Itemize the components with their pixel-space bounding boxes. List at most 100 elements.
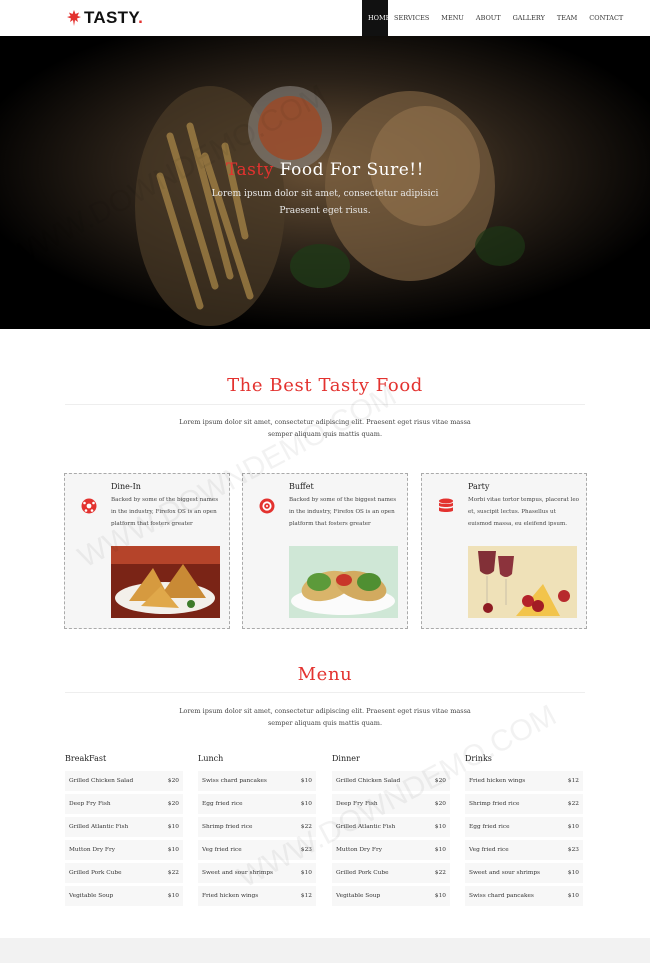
menu-item[interactable]: Mutton Dry Fry $10 [332, 840, 450, 860]
nav-team[interactable]: TEAM [551, 0, 583, 36]
dish-price: $22 [167, 870, 179, 876]
menu-item[interactable]: Fried hicken wings $12 [198, 886, 316, 906]
dish-name: Grilled Pork Cube [336, 870, 389, 876]
menu-title: Menu [297, 664, 353, 685]
nav-contact[interactable]: CONTACT [583, 0, 629, 36]
dish-price: $10 [434, 893, 446, 899]
menu-column-breakfast: BreakFast Grilled Chicken Salad $20 Deep … [65, 754, 183, 909]
dish-price: $10 [434, 824, 446, 830]
menu-item[interactable]: Grilled Pork Cube $22 [65, 863, 183, 883]
dish-name: Veg fried rice [469, 847, 509, 853]
dish-price: $20 [434, 801, 446, 807]
dish-name: Fried hicken wings [202, 893, 259, 899]
dish-name: Sweet and sour shrimps [202, 870, 274, 876]
dish-name: Egg fried rice [469, 824, 510, 830]
dish-name: Grilled Atlantic Fish [336, 824, 396, 830]
menu-item[interactable]: Grilled Chicken Salad $20 [332, 771, 450, 791]
card-text: Backed by some of the biggest names in t… [289, 497, 397, 527]
dish-name: Mutton Dry Fry [69, 847, 115, 853]
card-title: Buffet [289, 482, 314, 491]
dish-name: Swiss chard pancakes [202, 778, 267, 784]
nav-gallery[interactable]: GALLERY [507, 0, 551, 36]
nav-services[interactable]: SERVICES [388, 0, 435, 36]
menu-item[interactable]: Grilled Pork Cube $22 [332, 863, 450, 883]
dish-price: $22 [300, 824, 312, 830]
dish-name: Grilled Chicken Salad [336, 778, 401, 784]
menu-item[interactable]: Fried hicken wings $12 [465, 771, 583, 791]
dish-name: Vegitable Soup [336, 893, 381, 899]
dish-price: $20 [167, 778, 179, 784]
target-icon [259, 498, 275, 514]
menu-item[interactable]: Sweet and sour shrimps $10 [198, 863, 316, 883]
menu-column-title: Drinks [465, 754, 492, 763]
hero-subtitle: Lorem ipsum dolor sit amet, consectetur … [211, 189, 439, 216]
card-text: Morbi vitae tortor tempus, placerat leo … [468, 497, 580, 527]
dish-price: $22 [434, 870, 446, 876]
dish-name: Vegitable Soup [69, 893, 114, 899]
dish-name: Deep Fry Fish [69, 801, 111, 807]
menu-item[interactable]: Egg fried rice $10 [198, 794, 316, 814]
dish-name: Fried hicken wings [469, 778, 526, 784]
menu-item[interactable]: Shrimp fried rice $22 [465, 794, 583, 814]
menu-description: Lorem ipsum dolor sit amet, consectetur … [179, 707, 471, 727]
dish-price: $23 [300, 847, 312, 853]
menu-item[interactable]: Deep Fry Fish $20 [65, 794, 183, 814]
services-divider [65, 404, 585, 405]
card-title: Dine-In [111, 482, 141, 491]
menu-item[interactable]: Grilled Atlantic Fish $10 [65, 817, 183, 837]
menu-item[interactable]: Mutton Dry Fry $10 [65, 840, 183, 860]
dish-price: $10 [167, 824, 179, 830]
hero-banner: Tasty Food For Sure!! Lorem ipsum dolor … [0, 36, 650, 329]
service-card-dine-in[interactable]: Dine-In Backed by some of the biggest na… [64, 473, 230, 629]
menu-column-lunch: Lunch Swiss chard pancakes $10 Egg fried … [198, 754, 316, 909]
menu-item[interactable]: Vegitable Soup $10 [332, 886, 450, 906]
menu-column-title: Lunch [198, 754, 224, 763]
menu-item[interactable]: Grilled Atlantic Fish $10 [332, 817, 450, 837]
nav-home[interactable]: HOME [362, 0, 390, 36]
menu-item[interactable]: Vegitable Soup $10 [65, 886, 183, 906]
dish-name: Mutton Dry Fry [336, 847, 382, 853]
service-card-party[interactable]: Party Morbi vitae tortor tempus, placera… [421, 473, 587, 629]
menu-item[interactable]: Grilled Chicken Salad $20 [65, 771, 183, 791]
menu-divider [65, 692, 585, 693]
dish-name: Sweet and sour shrimps [469, 870, 541, 876]
dish-price: $12 [567, 778, 579, 784]
hero-food-image [0, 36, 650, 329]
dish-price: $10 [300, 778, 312, 784]
menu-item[interactable]: Egg fried rice $10 [465, 817, 583, 837]
footer-strip [0, 938, 650, 963]
card-text: Backed by some of the biggest names in t… [111, 497, 219, 527]
dish-price: $10 [300, 870, 312, 876]
dish-price: $12 [300, 893, 312, 899]
soccer-ball-icon [81, 498, 97, 514]
menu-item[interactable]: Veg fried rice $23 [198, 840, 316, 860]
dish-name: Egg fried rice [202, 801, 243, 807]
services-title: The Best Tasty Food [227, 375, 423, 396]
dish-price: $10 [434, 847, 446, 853]
dish-price: $10 [567, 870, 579, 876]
logo[interactable]: TASTY. [67, 9, 143, 27]
menu-item[interactable]: Deep Fry Fish $20 [332, 794, 450, 814]
dish-name: Veg fried rice [202, 847, 242, 853]
service-card-buffet[interactable]: Buffet Backed by some of the biggest nam… [242, 473, 408, 629]
dish-price: $22 [567, 801, 579, 807]
dish-name: Grilled Chicken Salad [69, 778, 134, 784]
dish-price: $10 [567, 824, 579, 830]
dish-price: $10 [567, 893, 579, 899]
wine-cheese-image [468, 546, 577, 618]
menu-column-drinks: Drinks Fried hicken wings $12 Shrimp frie… [465, 754, 583, 909]
dish-name: Grilled Atlantic Fish [69, 824, 129, 830]
menu-item[interactable]: Swiss chard pancakes $10 [198, 771, 316, 791]
menu-item[interactable]: Veg fried rice $23 [465, 840, 583, 860]
main-menu: HOME SERVICES MENU ABOUT GALLERY TEAM CO… [362, 0, 629, 36]
dish-price: $20 [434, 778, 446, 784]
nav-about[interactable]: ABOUT [470, 0, 507, 36]
hero-title: Tasty Food For Sure!! [226, 160, 424, 180]
menu-item[interactable]: Sweet and sour shrimps $10 [465, 863, 583, 883]
menu-item[interactable]: Shrimp fried rice $22 [198, 817, 316, 837]
card-title: Party [468, 482, 490, 491]
menu-item[interactable]: Swiss chard pancakes $10 [465, 886, 583, 906]
wrap-sandwich-image [289, 546, 398, 618]
menu-column-title: BreakFast [65, 754, 107, 763]
nav-menu[interactable]: MENU [435, 0, 470, 36]
